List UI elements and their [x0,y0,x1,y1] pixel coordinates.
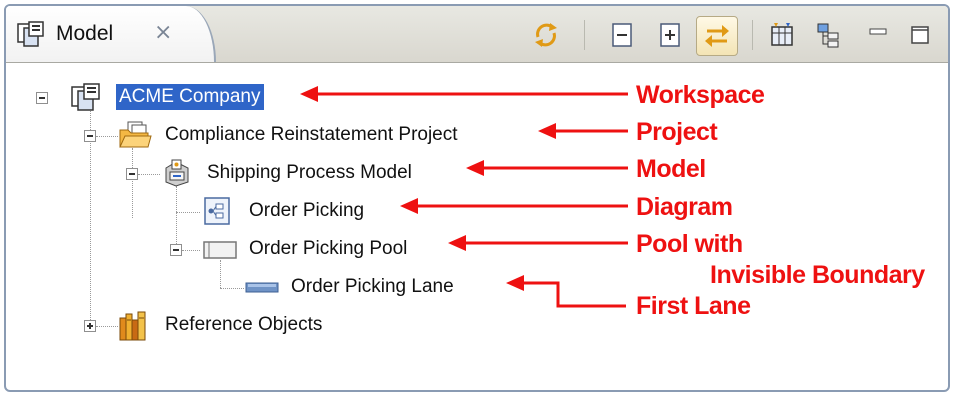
collapse-toggle[interactable] [170,244,182,256]
pool-icon [202,234,237,264]
lane-icon [244,272,279,302]
diagram-icon [202,196,234,226]
annotation-pool-line2: Invisible Boundary [710,261,925,289]
tree-node-label: ACME Company [116,84,264,110]
annotation-lane: First Lane [636,292,751,320]
tree-connector [176,212,200,213]
collapse-toggle[interactable] [36,92,48,104]
sync-icon[interactable] [530,20,562,50]
expand-toggle[interactable] [84,320,96,332]
annotation-pool-line1: Pool with [636,230,743,258]
tree-connector [132,148,133,218]
annotation-project: Project [636,118,718,146]
library-books-icon [118,310,150,341]
tree-connector [220,288,244,289]
expand-all-icon[interactable] [654,20,686,50]
minimize-icon[interactable] [862,20,894,50]
tab-model[interactable]: Model ⨯ [6,6,216,62]
tree-connector [96,136,118,137]
tree-node-label: Order Picking Pool [249,238,408,259]
tree-node-label: Reference Objects [165,314,323,335]
tree-node-label: Shipping Process Model [207,162,412,183]
collapse-toggle[interactable] [84,130,96,142]
tree-connector [96,326,118,327]
tree-node-label: Order Picking [249,200,365,221]
process-model-icon [160,158,192,188]
close-icon[interactable]: ⨯ [154,18,172,46]
collapse-all-icon[interactable] [606,20,638,50]
project-folder-icon [118,120,152,150]
annotation-model: Model [636,155,706,183]
annotation-workspace: Workspace [636,81,765,109]
tree-node-label: Order Picking Lane [291,276,454,297]
tree-node-label: Compliance Reinstatement Project [165,124,458,145]
link-with-editor-icon[interactable] [696,16,738,56]
tree-connector [182,250,200,251]
tab-label: Model [56,22,114,45]
model-tree: ACME Company Compliance Reinstatement Pr… [6,62,948,390]
workspace-icon [16,20,46,48]
workspace-icon [70,82,102,112]
maximize-icon[interactable] [904,20,936,50]
tree-connector [138,174,160,175]
annotation-diagram: Diagram [636,193,733,221]
view-titlebar: Model ⨯ [6,6,948,63]
tree-connector [176,186,177,250]
tree-connector [220,260,221,288]
collapse-toggle[interactable] [126,168,138,180]
hierarchy-icon[interactable] [812,20,844,50]
model-view-panel: Model ⨯ ACME Company Compliance Reinstat… [4,4,950,392]
toolbar-separator [584,20,585,50]
toolbar-separator [752,20,753,50]
table-view-icon[interactable] [766,20,798,50]
